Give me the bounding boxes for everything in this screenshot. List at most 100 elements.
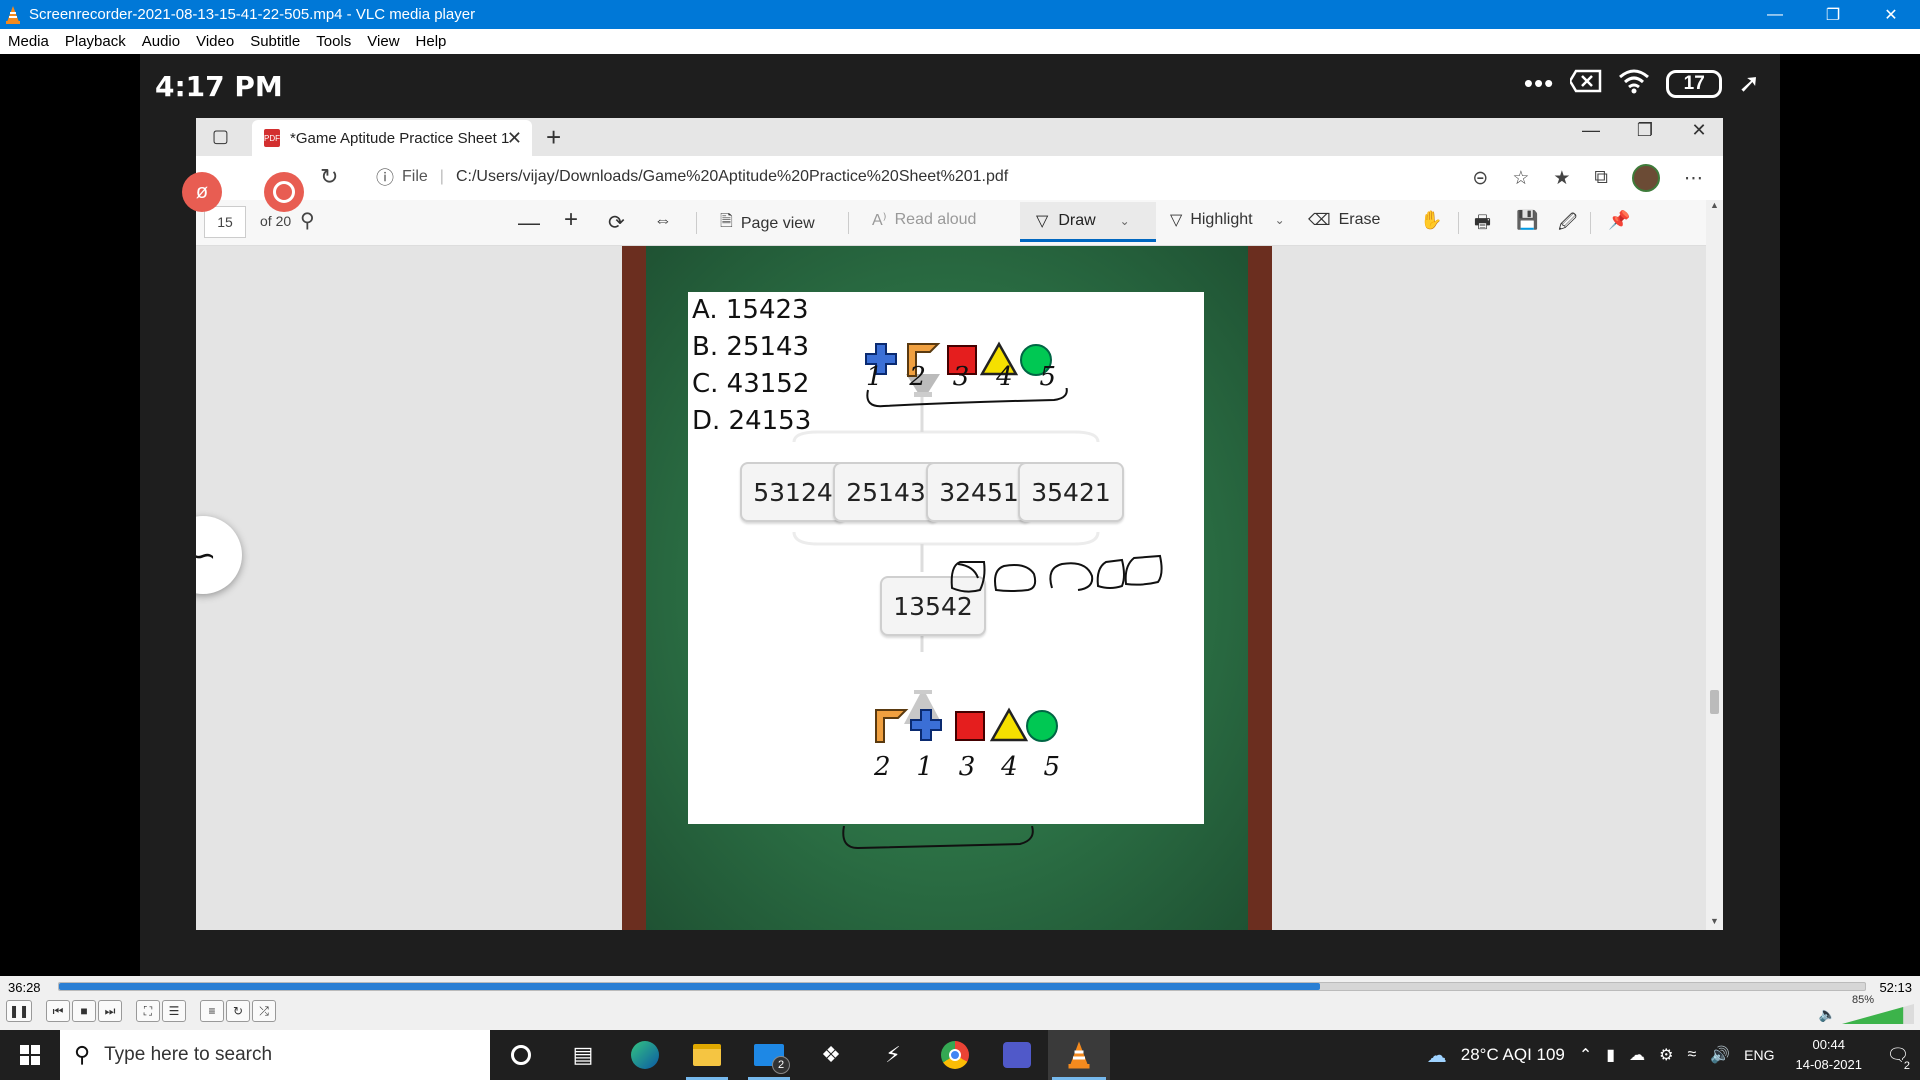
time-total[interactable]: 52:13 <box>1879 980 1912 995</box>
winamp-bolt-icon[interactable]: ⚡ <box>862 1030 924 1080</box>
close-button[interactable]: ✕ <box>1862 0 1920 29</box>
chevron-down-icon[interactable]: ⌄ <box>1275 213 1285 227</box>
chevron-up-icon[interactable]: ⌃ <box>1579 1045 1592 1065</box>
vlc-title-bar: Screenrecorder-2021-08-13-15-41-22-505.m… <box>0 0 1920 29</box>
menu-playback[interactable]: Playback <box>57 33 134 50</box>
notification-center-icon[interactable]: 🗨 2 <box>1876 1030 1920 1080</box>
profile-avatar[interactable] <box>1632 164 1660 192</box>
teams-app-icon[interactable] <box>986 1030 1048 1080</box>
chrome-app-icon[interactable] <box>924 1030 986 1080</box>
next-button[interactable]: ⏭ <box>98 1000 122 1022</box>
file-explorer-icon[interactable] <box>676 1030 738 1080</box>
edge-close-button[interactable]: ✕ <box>1685 120 1713 141</box>
volume-label: 85% <box>1852 994 1875 1006</box>
stop-button[interactable]: ■ <box>72 1000 96 1022</box>
url-field[interactable]: ⓘ File | C:/Users/vijay/Downloads/Game%2… <box>364 160 1594 194</box>
page-view-button[interactable]: 🗎 Page view <box>720 210 815 237</box>
phone-status-bar: 4:17 PM ••• 17 ➚ <box>140 54 1780 118</box>
fullscreen-button[interactable]: ⛶ <box>136 1000 160 1022</box>
scroll-down-icon[interactable]: ▼ <box>1710 916 1719 926</box>
edge-minimize-button[interactable]: — <box>1577 120 1605 141</box>
menu-audio[interactable]: Audio <box>134 33 188 50</box>
tab-bar: ▢ PDF *Game Aptitude Practice Sheet 1 ✕ … <box>196 118 1723 156</box>
save-as-icon[interactable]: 🖉 <box>1558 210 1577 240</box>
annotation-pen-bubble[interactable]: ∽ <box>196 516 242 594</box>
chalkboard-slide: A. 15423 B. 25143 C. 43152 D. 24153 1 2 … <box>622 246 1272 930</box>
volume-icon[interactable]: 🔊 <box>1710 1045 1730 1065</box>
question-sheet: A. 15423 B. 25143 C. 43152 D. 24153 1 2 … <box>688 292 1204 824</box>
vlc-app-icon[interactable] <box>1048 1030 1110 1080</box>
pause-button[interactable]: ❚❚ <box>6 1000 32 1022</box>
page-number-input[interactable]: 15 <box>204 206 246 238</box>
print-icon[interactable]: 🖶 <box>1474 210 1491 240</box>
task-view-icon[interactable]: ▤ <box>552 1030 614 1080</box>
info-icon[interactable]: ⓘ <box>376 164 394 190</box>
collections-icon[interactable]: ⧉ <box>1594 167 1608 189</box>
volume-slider[interactable]: 85% <box>1842 994 1914 1024</box>
draw-button[interactable]: ▽ Draw ⌄ <box>1020 202 1156 242</box>
touch-write-icon[interactable]: ✋ <box>1420 210 1442 231</box>
edge-app-icon[interactable] <box>614 1030 676 1080</box>
seek-bar[interactable] <box>58 982 1866 991</box>
settings-more-icon[interactable]: ⋯ <box>1684 167 1703 190</box>
menu-help[interactable]: Help <box>408 33 455 50</box>
shuffle-button[interactable]: ⤮ <box>252 1000 276 1022</box>
favorites-icon[interactable]: ★ <box>1553 167 1570 190</box>
extended-settings-button[interactable]: ☰ <box>162 1000 186 1022</box>
playlist-button[interactable]: ≡ <box>200 1000 224 1022</box>
scroll-up-icon[interactable]: ▲ <box>1710 200 1719 210</box>
onedrive-cloud-icon[interactable]: ☁ <box>1629 1045 1645 1065</box>
zoom-in-button[interactable]: + <box>564 206 578 234</box>
pdf-scrollbar[interactable]: ▲ ▼ <box>1706 200 1723 930</box>
pin-toolbar-icon[interactable]: 📌 <box>1608 210 1630 231</box>
edge-restore-button[interactable]: ❐ <box>1631 120 1659 141</box>
battery-icon[interactable]: ▮ <box>1606 1045 1615 1065</box>
menu-view[interactable]: View <box>359 33 407 50</box>
start-button[interactable] <box>0 1030 60 1080</box>
language-indicator[interactable]: ENG <box>1744 1047 1774 1063</box>
tab-pdf[interactable]: PDF *Game Aptitude Practice Sheet 1 ✕ <box>252 120 532 156</box>
time-elapsed[interactable]: 36:28 <box>8 980 41 995</box>
cortana-icon[interactable] <box>490 1030 552 1080</box>
weather-cloud-icon[interactable]: ☁ <box>1427 1043 1447 1068</box>
toolbar-divider <box>1458 212 1459 234</box>
tab-close-icon[interactable]: ✕ <box>507 128 522 149</box>
mail-app-icon[interactable]: 2 <box>738 1030 800 1080</box>
tab-actions-icon[interactable]: ▢ <box>212 126 229 147</box>
reload-icon[interactable]: ↻ <box>320 164 338 190</box>
loop-button[interactable]: ↻ <box>226 1000 250 1022</box>
scroll-thumb[interactable] <box>1710 690 1719 714</box>
dropbox-icon[interactable]: ❖ <box>800 1030 862 1080</box>
save-icon[interactable]: 💾 <box>1516 210 1538 231</box>
zoom-out-icon[interactable]: ⊝ <box>1472 167 1488 190</box>
rotate-icon[interactable]: ⟳ <box>608 210 625 235</box>
zoom-out-button[interactable]: — <box>518 210 540 236</box>
speaker-icon[interactable]: 🔈 <box>1819 1006 1836 1023</box>
fit-page-icon[interactable]: ⇔ <box>654 210 672 231</box>
pdf-viewer[interactable]: A. 15423 B. 25143 C. 43152 D. 24153 1 2 … <box>196 246 1706 930</box>
address-bar: ø ↻ ⓘ File | C:/Users/vijay/Downloads/Ga… <box>182 156 1723 212</box>
add-favorite-icon[interactable]: ☆ <box>1512 167 1529 190</box>
menu-subtitle[interactable]: Subtitle <box>242 33 308 50</box>
menu-video[interactable]: Video <box>188 33 242 50</box>
read-aloud-button[interactable]: A⁾ Read aloud <box>872 210 976 230</box>
previous-button[interactable]: ⏮ <box>46 1000 70 1022</box>
taskbar-search[interactable]: ⚲ Type here to search <box>60 1030 490 1080</box>
security-icon[interactable]: ⚙ <box>1659 1045 1673 1065</box>
video-area[interactable]: 4:17 PM ••• 17 ➚ ▢ PDF *Game Aptitude Pr… <box>0 54 1920 976</box>
erase-button[interactable]: ⌫ Erase <box>1308 210 1380 230</box>
recorder-pen-icon[interactable]: ø <box>182 172 222 212</box>
minimize-button[interactable]: — <box>1746 0 1804 29</box>
menu-media[interactable]: Media <box>0 33 57 50</box>
volume-control[interactable]: 🔈 85% <box>1819 994 1914 1024</box>
recorder-record-icon[interactable] <box>264 172 304 212</box>
chevron-down-icon[interactable]: ⌄ <box>1120 214 1130 228</box>
wifi-icon[interactable]: ≈ <box>1687 1046 1696 1064</box>
search-icon[interactable]: ⚲ <box>300 208 315 233</box>
taskbar-clock[interactable]: 00:44 14-08-2021 <box>1796 1035 1863 1075</box>
new-tab-button[interactable]: + <box>546 122 561 153</box>
menu-tools[interactable]: Tools <box>308 33 359 50</box>
restore-button[interactable]: ❐ <box>1804 0 1862 29</box>
weather-text[interactable]: 28°C AQI 109 <box>1461 1045 1565 1065</box>
highlight-button[interactable]: ▽ Highlight ⌄ <box>1170 210 1285 230</box>
